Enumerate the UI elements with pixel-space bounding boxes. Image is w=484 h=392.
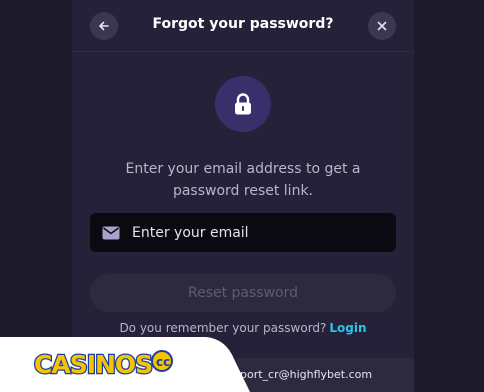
- close-icon: [377, 21, 387, 31]
- email-field[interactable]: [90, 213, 396, 252]
- svg-text:cc: cc: [156, 355, 170, 369]
- forgot-password-modal: Forgot your password? Enter your email a…: [72, 0, 414, 392]
- mail-icon: [102, 226, 120, 239]
- reset-password-button[interactable]: Reset password: [90, 274, 396, 312]
- instructions-text: Enter your email address to get a passwo…: [72, 158, 414, 202]
- close-button[interactable]: [368, 12, 396, 40]
- svg-text:CASINOS: CASINOS: [34, 350, 152, 379]
- lock-badge: [215, 76, 271, 132]
- login-link[interactable]: Login: [329, 321, 366, 335]
- email-input[interactable]: [132, 224, 372, 241]
- instructions-line-2: password reset link.: [172, 183, 314, 199]
- casinos-watermark-logo: CASINOS cc: [0, 337, 250, 392]
- modal-title: Forgot your password?: [152, 16, 334, 32]
- modal-header: Forgot your password?: [72, 0, 414, 52]
- lock-icon: [235, 93, 251, 115]
- remember-text: Do you remember your password?: [119, 321, 327, 335]
- instructions-line-1: Enter your email address to get a: [125, 161, 361, 177]
- support-email[interactable]: port_cr@highflybet.com: [240, 368, 372, 381]
- remember-prompt: Do you remember your password? Login: [72, 321, 414, 335]
